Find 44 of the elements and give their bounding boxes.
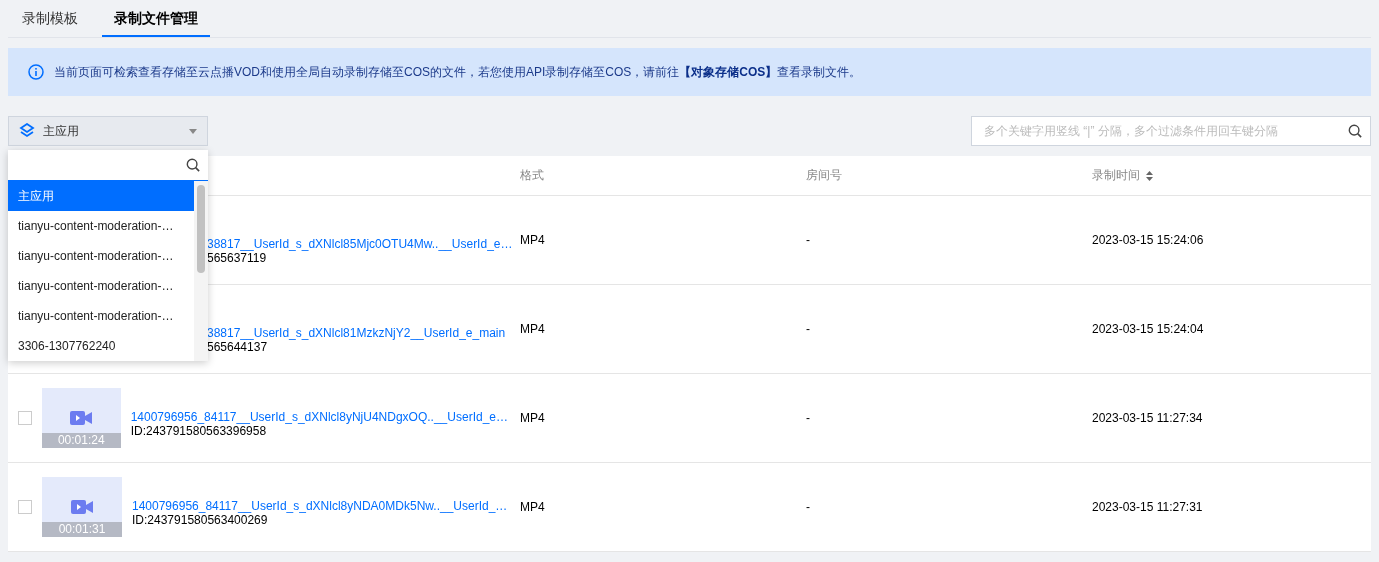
room-cell-text: - <box>805 233 811 247</box>
file-name-link[interactable]: 38817__UserId_s_dXNlcl85Mjc0OTU4Mw..__UserId_e… <box>207 237 513 251</box>
layers-icon <box>19 123 35 139</box>
video-camera-icon <box>71 499 93 515</box>
format-cell-text: MP4 <box>519 233 546 247</box>
row-checkbox[interactable] <box>18 500 32 514</box>
time-cell-text: 2023-03-15 15:24:06 <box>1091 233 1205 247</box>
search-icon[interactable] <box>186 158 200 172</box>
column-header: 格式 <box>519 167 545 184</box>
column-header: 房间号 <box>805 167 843 184</box>
info-icon <box>28 64 44 80</box>
dropdown-item[interactable]: 3306-1307762240 <box>8 331 194 361</box>
dropdown-item[interactable]: 主应用 <box>8 181 194 211</box>
time-cell-text: 2023-03-15 11:27:31 <box>1091 500 1204 514</box>
sort-icon[interactable] <box>1146 170 1153 181</box>
format-cell-text: MP4 <box>519 411 546 425</box>
column-header[interactable]: 录制时间 <box>1092 167 1140 184</box>
room-cell-text: - <box>805 322 811 336</box>
duration-label: 00:01:24 <box>41 433 121 448</box>
format-cell-text: MP4 <box>519 322 546 336</box>
time-cell-text: 2023-03-15 11:27:34 <box>1091 411 1204 425</box>
video-camera-icon <box>70 410 93 426</box>
file-id: ID:243791580563396958 <box>130 424 268 438</box>
scrollbar-thumb[interactable] <box>197 185 205 273</box>
caret-icon <box>189 128 197 134</box>
search-field[interactable]: 多个关键字用竖线 “|” 分隔，多个过滤条件用回车键分隔 <box>971 116 1371 146</box>
tab[interactable]: 录制文件管理 <box>102 10 210 37</box>
app-select[interactable]: 主应用 <box>8 116 208 146</box>
notice-text: 当前页面可检索查看存储至云点播VOD和使用全局自动录制存储至COS的文件，若您使用API录制存储至COS，请前往【对象存储COS】查看录制文件。 <box>54 63 862 81</box>
duration-label: 00:01:31 <box>42 522 122 537</box>
file-id: 565644137 <box>207 340 269 354</box>
file-id: ID:243791580563400269 <box>132 513 269 527</box>
format-cell-text: MP4 <box>519 500 546 514</box>
file-id: 565637119 <box>207 251 268 265</box>
search-icon[interactable] <box>1348 124 1362 138</box>
storage-link[interactable]: 【对象存储COS】 <box>679 64 778 79</box>
file-name-link[interactable]: 38817__UserId_s_dXNlcl81MzkzNjY2__UserId_e_main <box>207 326 506 340</box>
row-checkbox[interactable] <box>18 411 32 425</box>
room-cell-text: - <box>805 411 811 425</box>
tab[interactable]: 录制模板 <box>22 10 78 37</box>
time-cell-text: 2023-03-15 15:24:04 <box>1091 322 1205 336</box>
room-cell-text: - <box>805 500 811 514</box>
file-name-link[interactable]: 1400796956_84117__UserId_s_dXNlcl8yNDA0MDk5Nw..__UserId_… <box>132 499 508 513</box>
file-name-link[interactable]: 1400796956_84117__UserId_s_dXNlcl8yNjU4NDgxOQ..__UserId_e… <box>130 410 508 424</box>
